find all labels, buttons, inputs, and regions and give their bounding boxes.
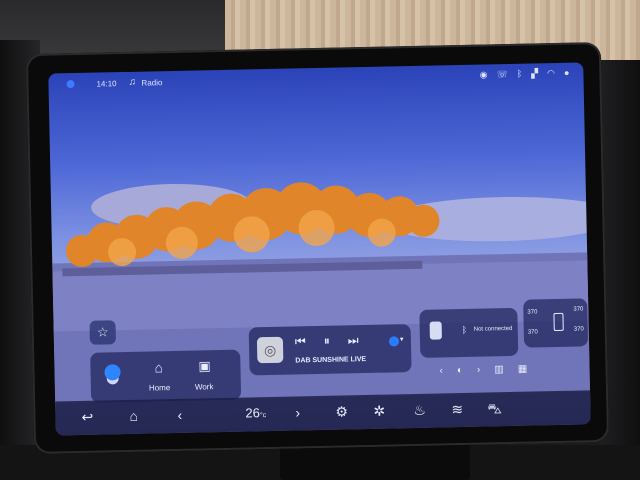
connection-status: Not connected bbox=[473, 325, 513, 333]
media-controls: ⏮ ⏸ ⏭ bbox=[295, 333, 359, 349]
split-view-icon[interactable]: ▥ bbox=[494, 364, 504, 375]
climate-widget[interactable]: 370 370 370 370 bbox=[523, 298, 589, 348]
chevron-down-icon[interactable]: ▾ bbox=[400, 335, 404, 343]
chevron-right-icon[interactable]: › bbox=[295, 404, 300, 420]
work-label[interactable]: Work bbox=[195, 382, 214, 391]
home-screen: 14:10 ♫ Radio ◉ ☏ ᛒ ▞ ◠ ● ☆ ⌂ Home ▣ Wor… bbox=[48, 62, 591, 436]
signal-icon: ▞ bbox=[531, 68, 539, 79]
favorites-edit-button[interactable]: ☆ bbox=[89, 320, 116, 345]
chevron-right-icon[interactable]: › bbox=[477, 365, 481, 376]
car-icon[interactable]: ⛍ bbox=[487, 400, 502, 419]
fan-icon[interactable]: ✲ bbox=[373, 403, 385, 420]
quick-icons: ‹ ◐ › ▥ ▦ bbox=[439, 364, 527, 377]
next-track-icon[interactable]: ⏭ bbox=[348, 333, 359, 348]
station-name: DAB SUNSHINE LIVE bbox=[295, 356, 367, 365]
source-select-icon[interactable] bbox=[388, 336, 400, 347]
smartphone-icon bbox=[429, 321, 442, 340]
temperature-display[interactable]: 26°c bbox=[245, 405, 266, 420]
previous-track-icon[interactable]: ⏮ bbox=[295, 334, 306, 349]
wifi-icon: ◠ bbox=[546, 67, 556, 79]
back-icon[interactable]: ↩ bbox=[81, 409, 93, 426]
chevron-left-icon[interactable]: ‹ bbox=[439, 365, 443, 376]
gear-icon[interactable]: ⚙ bbox=[335, 403, 348, 420]
toggle-icon[interactable]: ◐ bbox=[457, 365, 463, 376]
climate-left-top: 370 bbox=[527, 309, 538, 316]
clock: 14:10 bbox=[96, 79, 117, 89]
phone-icon: ☏ bbox=[496, 68, 508, 80]
music-note-icon: ♫ bbox=[128, 76, 137, 88]
grid-icon[interactable]: ▦ bbox=[518, 364, 528, 375]
seat-heat-icon[interactable]: ♨ bbox=[413, 402, 426, 419]
star-edit-icon: ☆ bbox=[96, 324, 109, 340]
temperature-unit: °c bbox=[259, 412, 267, 420]
defrost-icon[interactable]: ≋ bbox=[451, 401, 463, 418]
navigation-location-icon bbox=[104, 364, 121, 381]
briefcase-icon[interactable]: ▣ bbox=[198, 358, 211, 374]
home-icon[interactable]: ⌂ bbox=[154, 359, 163, 375]
profile-icon[interactable]: ● bbox=[564, 68, 570, 79]
audio-source[interactable]: Radio bbox=[141, 78, 162, 87]
infotainment-display: 14:10 ♫ Radio ◉ ☏ ᛒ ▞ ◠ ● ☆ ⌂ Home ▣ Wor… bbox=[25, 42, 610, 454]
bluetooth-icon: ᛒ bbox=[461, 324, 468, 335]
status-icons: ◉ ☏ ᛒ ▞ ◠ ● bbox=[480, 68, 570, 81]
media-widget: ◎ ⏮ ⏸ ⏭ DAB SUNSHINE LIVE ▾ bbox=[248, 324, 412, 376]
assistant-icon[interactable] bbox=[66, 80, 75, 89]
radio-icon: ◎ bbox=[263, 341, 277, 358]
home-label[interactable]: Home bbox=[149, 383, 171, 392]
temperature-value: 26 bbox=[245, 405, 261, 421]
bluetooth-icon: ᛒ bbox=[516, 68, 523, 79]
chevron-left-icon[interactable]: ‹ bbox=[177, 407, 182, 423]
location-icon: ◉ bbox=[479, 69, 488, 80]
climate-left-bottom: 370 bbox=[527, 329, 538, 336]
navigation-widget[interactable]: ⌂ Home ▣ Work bbox=[90, 349, 242, 403]
climate-right-top: 370 bbox=[573, 306, 584, 313]
station-art[interactable]: ◎ bbox=[256, 336, 284, 364]
phone-widget[interactable]: ᛒ Not connected bbox=[419, 307, 519, 358]
climate-right-bottom: 370 bbox=[573, 326, 584, 333]
seat-icon bbox=[553, 312, 564, 332]
home-icon[interactable]: ⌂ bbox=[129, 408, 138, 424]
pause-icon[interactable]: ⏸ bbox=[324, 334, 330, 349]
